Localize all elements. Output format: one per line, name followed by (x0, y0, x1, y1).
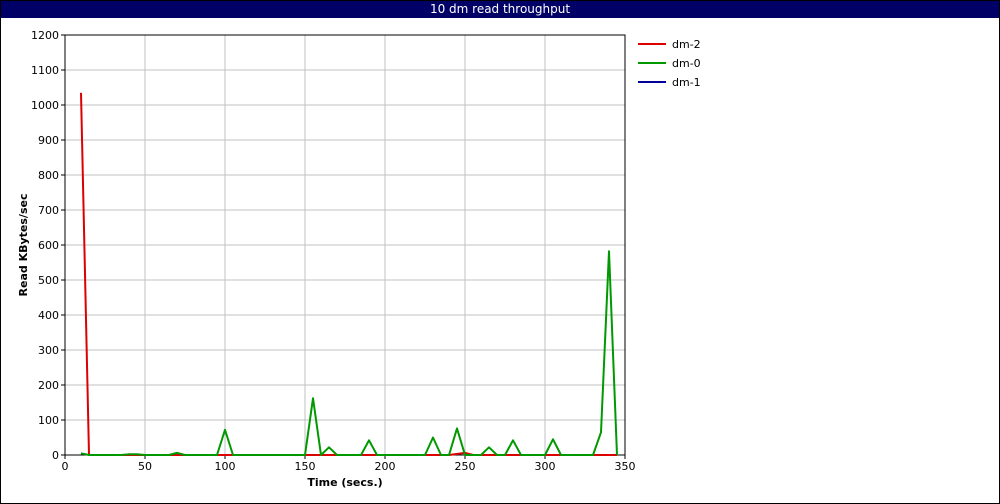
y-tick-label: 0 (52, 449, 59, 462)
y-tick-label: 100 (38, 414, 59, 427)
y-tick-label: 1000 (31, 99, 59, 112)
y-tick-label: 600 (38, 239, 59, 252)
x-tick-label: 300 (535, 460, 556, 473)
x-tick-label: 50 (138, 460, 152, 473)
series-lines (80, 92, 618, 456)
legend-label: dm-1 (672, 76, 701, 89)
x-tick-label: 150 (295, 460, 316, 473)
y-tick-label: 400 (38, 309, 59, 322)
y-tick-label: 900 (38, 134, 59, 147)
y-axis-label: Read KBytes/sec (17, 194, 30, 297)
legend-label: dm-2 (672, 38, 701, 51)
y-tick-label: 1200 (31, 29, 59, 42)
grid (64, 34, 626, 456)
x-tick-label: 200 (375, 460, 396, 473)
series-line-dm-0 (80, 250, 618, 456)
series-line-dm-2 (80, 92, 617, 456)
y-tick-label: 1100 (31, 64, 59, 77)
y-tick-label: 200 (38, 379, 59, 392)
y-tick-label: 800 (38, 169, 59, 182)
y-tick-label: 500 (38, 274, 59, 287)
legend: dm-2 dm-0 dm-1 (638, 38, 701, 89)
x-tick-label: 100 (215, 460, 236, 473)
y-tick-label: 700 (38, 204, 59, 217)
x-tick-label: 350 (615, 460, 636, 473)
x-axis-label: Time (secs.) (307, 476, 382, 489)
y-tick-label: 300 (38, 344, 59, 357)
legend-label: dm-0 (672, 57, 701, 70)
x-tick-label: 0 (62, 460, 69, 473)
x-tick-label: 250 (455, 460, 476, 473)
chart-canvas: 0 50 100 150 200 250 300 350 0 100 200 300 400 500 600… (17, 29, 701, 489)
